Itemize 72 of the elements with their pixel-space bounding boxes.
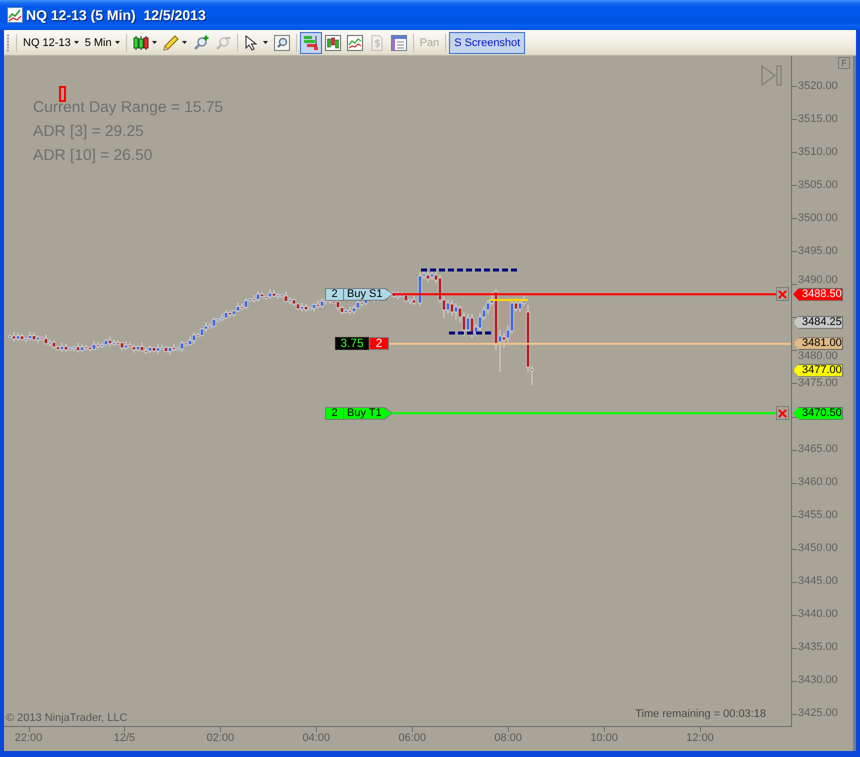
price-axis-label: 3480.00 [798, 350, 838, 364]
price-marker: 3484.25 [793, 316, 843, 329]
order-name[interactable]: Buy S1 [344, 288, 394, 301]
zoom-out-icon [214, 34, 231, 50]
price-axis-label: 3465.00 [798, 443, 838, 456]
caret-icon [262, 41, 268, 44]
cancel-order-button[interactable] [776, 406, 789, 420]
close-icon [778, 408, 787, 418]
dollar-document-icon [368, 34, 385, 50]
price-axis-label: 3455.00 [798, 509, 838, 522]
time-axis-label: 22:00 [14, 732, 42, 745]
candlestick-chart-icon [324, 34, 341, 50]
price-axis-label: 3460.00 [798, 476, 838, 490]
rectangle-marker-icon [59, 86, 66, 102]
time-remaining-text: Time remaining = 00:03:18 [635, 708, 766, 721]
price-axis-label: 3435.00 [798, 641, 838, 654]
caret-icon [114, 41, 120, 44]
window-title: NQ 12-13 (5 Min) 12/5/2013 [26, 7, 206, 23]
price-axis-label: 3445.00 [798, 575, 838, 588]
price-axis-label: 3495.00 [798, 244, 838, 258]
order-quantity[interactable]: 2 [325, 406, 344, 420]
order-quantity[interactable]: 2 [325, 288, 344, 301]
position-quantity: 2 [369, 337, 389, 350]
line-chart-icon [346, 34, 363, 50]
window-icon [390, 34, 407, 50]
line-chart-icon [7, 7, 23, 23]
price-axis-label: 3440.00 [798, 608, 838, 622]
indicator-text: ADR [10] = 26.50 [33, 146, 154, 166]
price-marker: 3470.50 [793, 406, 843, 420]
level-line [489, 299, 528, 301]
price-marker: 3481.00 [793, 337, 843, 350]
magnifier-icon [274, 34, 290, 50]
copyright-text: © 2013 NinjaTrader, LLC [6, 712, 128, 725]
cancel-order-button[interactable] [776, 287, 789, 302]
price-marker: 3477.00 [793, 364, 843, 377]
price-axis-label: 3500.00 [798, 212, 838, 225]
grip-icon[interactable] [7, 34, 10, 52]
pointer-icon [244, 34, 260, 50]
time-axis-label: 12:00 [686, 732, 714, 745]
time-axis-label: 10:00 [590, 732, 618, 745]
candlestick-icon [132, 34, 149, 50]
price-axis-label: 3505.00 [798, 178, 838, 192]
price-axis-label: 3520.00 [798, 80, 838, 92]
time-axis-label: 04:00 [302, 732, 330, 745]
screenshot-button[interactable]: S Screenshot [449, 32, 526, 54]
time-axis-label: 02:00 [206, 732, 234, 745]
time-axis-label: 08:00 [494, 732, 522, 745]
caret-icon [182, 41, 187, 44]
price-axis-label: 3475.00 [798, 376, 838, 390]
caret-icon [152, 41, 157, 44]
dropdown-button[interactable]: 5 Min [82, 32, 123, 54]
close-icon [778, 290, 787, 299]
price-axis-label: 3515.00 [798, 112, 838, 126]
price-axis-label: 3510.00 [798, 146, 838, 159]
zoom-in-icon [192, 34, 209, 50]
price-axis-label: 3490.00 [798, 274, 838, 287]
pencil-icon [162, 34, 179, 50]
price-axis-label: 3430.00 [798, 674, 838, 688]
horizontal-bars-icon [302, 34, 319, 50]
dashed-level-line [449, 332, 491, 334]
chart-trader-button[interactable] [300, 32, 322, 54]
position-pnl: 3.75 [335, 337, 369, 350]
price-axis-label: 3425.00 [798, 707, 838, 720]
order-name[interactable]: Buy T1 [344, 406, 393, 420]
time-axis-label: 12/5 [114, 732, 136, 745]
price-axis-label: 3450.00 [798, 542, 838, 556]
dropdown-button[interactable]: NQ 12-13 [20, 32, 82, 54]
indicator-text: ADR [3] = 29.25 [33, 122, 145, 142]
indicator-text: Current Day Range = 15.75 [33, 98, 223, 118]
caret-icon [74, 41, 79, 44]
time-axis-label: 06:00 [398, 732, 426, 745]
price-marker: 3488.50 [793, 288, 843, 301]
